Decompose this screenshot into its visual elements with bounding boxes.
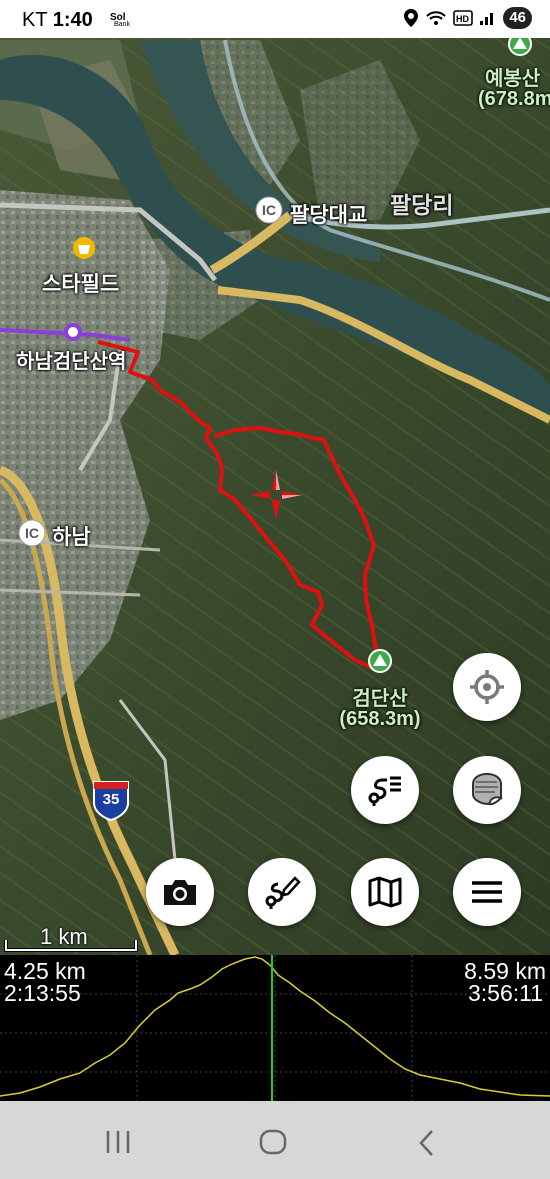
- place-label-paldang-ri[interactable]: 팔당리: [390, 186, 453, 220]
- scale-bar-label: 1 km: [40, 924, 88, 949]
- status-icons: HD 46: [403, 7, 532, 29]
- home-icon[interactable]: [258, 1129, 288, 1155]
- interchange-badge: IC: [262, 202, 276, 218]
- wifi-calling-icon: [426, 11, 447, 25]
- crosshair-icon: [470, 670, 504, 704]
- shopping-poi-icon[interactable]: [73, 237, 95, 259]
- place-label-hanam[interactable]: 하남: [52, 521, 91, 551]
- carrier-label: KT: [22, 9, 48, 31]
- camera-icon: [164, 880, 196, 905]
- route-list-icon: [368, 776, 401, 806]
- svg-text:HD: HD: [456, 14, 469, 24]
- hamburger-menu-icon: [472, 881, 502, 903]
- cursor-time: 2:13:55: [4, 980, 81, 1006]
- station-marker-icon[interactable]: [64, 323, 82, 341]
- bank-app-icon: Sol Bank: [108, 8, 132, 30]
- signal-icon: [480, 13, 494, 25]
- bank-app-label: Bank: [114, 21, 130, 28]
- track-list-button[interactable]: [351, 756, 419, 824]
- back-icon[interactable]: [415, 1129, 439, 1157]
- interchange-badge: IC: [25, 525, 39, 541]
- peak-marker-icon[interactable]: [368, 649, 392, 673]
- battery-indicator: 46: [503, 7, 532, 29]
- map-icon: [368, 876, 402, 908]
- route-edit-button[interactable]: [248, 858, 316, 926]
- map-button[interactable]: [351, 858, 419, 926]
- peak-elevation-geomdansan: (658.3m): [339, 708, 421, 730]
- peak-elevation-yebongsan: (678.8m: [478, 88, 550, 110]
- map-layer-button[interactable]: [453, 756, 521, 824]
- elevation-profile[interactable]: 4.25 km 2:13:55 8.59 km 3:56:11: [0, 955, 550, 1101]
- peak-name-geomdansan[interactable]: 검단산: [330, 682, 430, 711]
- peak-name-yebongsan[interactable]: 예봉산: [485, 62, 550, 91]
- place-label-station[interactable]: 하남검단산역: [16, 345, 126, 374]
- hd-voice-icon: HD: [453, 10, 474, 26]
- locate-button[interactable]: [453, 653, 521, 721]
- layer-page-icon: [472, 772, 503, 806]
- total-time: 3:56:11: [467, 980, 543, 1006]
- status-time: 1:40: [52, 9, 93, 31]
- highway-number: 35: [102, 791, 120, 808]
- place-label-paldang-bridge[interactable]: 팔당대교: [290, 199, 367, 229]
- menu-button[interactable]: [453, 858, 521, 926]
- camera-button[interactable]: [146, 858, 214, 926]
- status-carrier-time: KT 1:40: [22, 9, 93, 32]
- recent-apps-icon[interactable]: [103, 1129, 133, 1155]
- route-edit-icon: [265, 876, 301, 909]
- place-label-starfield[interactable]: 스타필드: [42, 268, 119, 298]
- map-view[interactable]: IC IC 팔당대교 팔당리 스타필드 하남검단산역 하남 예봉산 (678.8…: [0, 0, 550, 955]
- system-nav-bar: [0, 1101, 550, 1179]
- location-icon: [404, 9, 419, 27]
- status-bar: KT 1:40 Sol Bank HD 46: [0, 0, 550, 38]
